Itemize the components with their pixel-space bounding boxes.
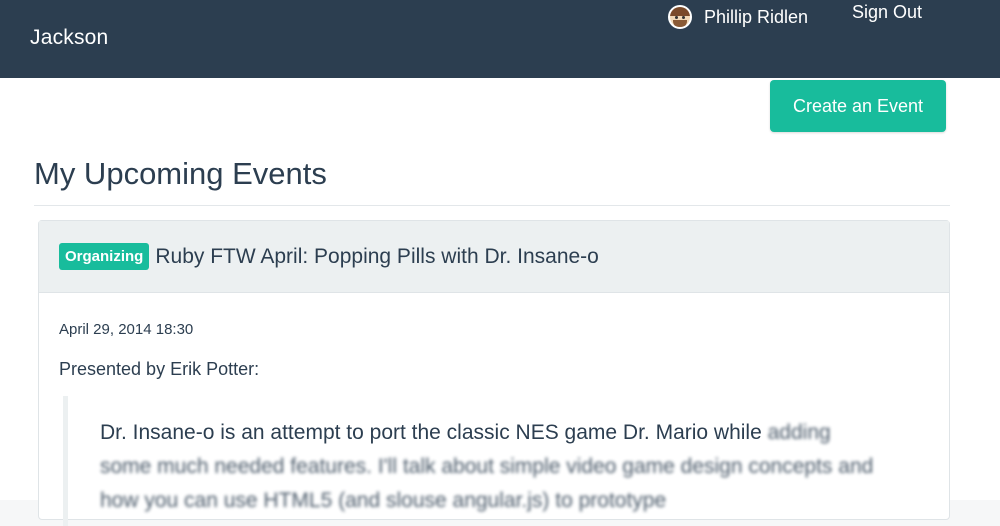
event-panel-heading: Organizing Ruby FTW April: Popping Pills… — [39, 221, 949, 293]
user-name: Phillip Ridlen — [704, 6, 809, 27]
status-badge: Organizing — [59, 243, 150, 270]
event-panel: Organizing Ruby FTW April: Popping Pills… — [38, 220, 950, 526]
user-menu[interactable]: Phillip Ridlen — [668, 4, 808, 30]
sign-out-link[interactable]: Sign Out — [852, 2, 922, 23]
top-navbar: Jackson Phillip Ridlen Sign Out — [0, 0, 1000, 78]
event-presenter: Presented by Erik Potter: — [59, 359, 260, 379]
event-date: April 29, 2014 18:30 — [59, 321, 194, 338]
event-description: Dr. Insane-o is an attempt to port the c… — [63, 396, 923, 526]
avatar — [668, 5, 692, 29]
brand-link[interactable]: Jackson — [30, 26, 108, 50]
divider — [34, 205, 950, 206]
event-title-link[interactable]: Ruby FTW April: Popping Pills with Dr. I… — [155, 245, 599, 269]
main-content: Create an Event My Upcoming Events Organ… — [0, 78, 1000, 526]
create-event-button[interactable]: Create an Event — [770, 80, 946, 132]
description-text: Dr. Insane-o is an attempt to port the c… — [100, 421, 762, 444]
page-title: My Upcoming Events — [34, 156, 327, 191]
